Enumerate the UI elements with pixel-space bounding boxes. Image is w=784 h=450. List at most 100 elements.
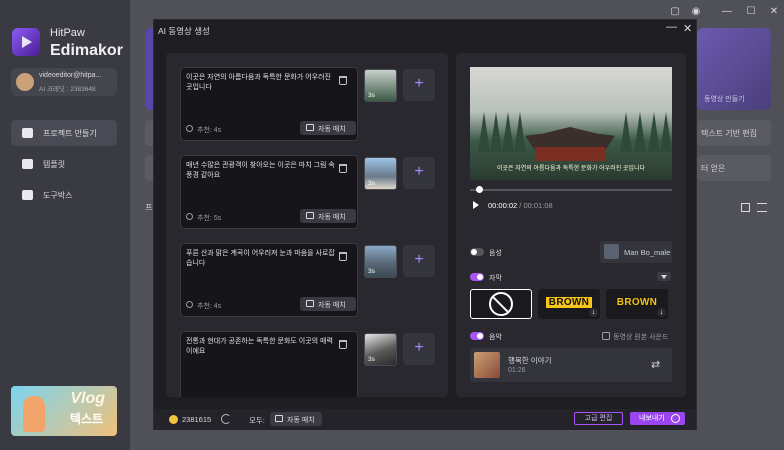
- feedback-icon[interactable]: ▢: [669, 6, 681, 18]
- refresh-icon[interactable]: [221, 414, 231, 424]
- user-credit: AI 크레딧 : 2383648: [39, 86, 96, 93]
- caption-style-brown-box[interactable]: BROWN ↓: [538, 289, 600, 319]
- trash-icon[interactable]: [339, 340, 347, 349]
- user-card[interactable]: videoeditor@hitpa... AI 크레딧 : 2383648: [11, 68, 117, 96]
- scene-duration: 추천: 5s: [197, 215, 222, 222]
- image-icon: [306, 212, 314, 219]
- settings-panel: 이곳은 자연의 아름다움과 독특한 문화가 어우러진 곳입니다 00:00:02…: [456, 53, 686, 397]
- caption-style-none[interactable]: [470, 289, 532, 319]
- add-media-button[interactable]: +: [403, 245, 435, 277]
- thumb-duration: 3s: [368, 268, 375, 275]
- bg-card-label: 동영상 만들기: [704, 96, 745, 103]
- scene-script[interactable]: 전통과 현대가 공존하는 독특한 문화도 이곳의 매력이에요: [186, 337, 336, 357]
- music-cover: [474, 352, 500, 378]
- thumb-duration: 3s: [368, 356, 375, 363]
- thumb-duration: 3s: [368, 92, 375, 99]
- auto-match-button[interactable]: 자동 매치: [300, 121, 356, 135]
- building-thumb[interactable]: 3s: [364, 333, 397, 366]
- caption-dropdown[interactable]: [657, 272, 671, 281]
- caption-style-text: BROWN: [545, 297, 593, 308]
- playback-progress[interactable]: [470, 186, 672, 193]
- brand-top: HitPaw: [50, 27, 85, 39]
- play-icon[interactable]: [473, 201, 479, 209]
- scene-card[interactable]: 이곳은 자연의 아름다움과 독특한 문화가 어우러진 곳입니다 추천: 4s 자…: [180, 67, 358, 141]
- tree-shape: [660, 112, 672, 152]
- sidebar-item-label: 도구박스: [43, 191, 73, 200]
- scene-script[interactable]: 이곳은 자연의 아름다움과 독특한 문화가 어우러진 곳입니다: [186, 73, 336, 93]
- sidebar-item-create-project[interactable]: 프로젝트 만들기: [11, 120, 117, 146]
- scene-script[interactable]: 푸른 산과 맑은 계곡이 어우러져 눈과 마음을 사로잡습니다: [186, 249, 336, 269]
- caption-style-brown-plain[interactable]: BROWN ↓: [606, 289, 668, 319]
- auto-match-label: 자동 매치: [318, 126, 346, 133]
- music-title: 행복한 이야기: [508, 356, 552, 365]
- trash-icon[interactable]: [339, 164, 347, 173]
- no-style-icon: [489, 292, 513, 316]
- add-media-button[interactable]: +: [403, 69, 435, 101]
- forest-thumb[interactable]: 3s: [364, 69, 397, 102]
- app-window: HitPaw Edimakor videoeditor@hitpa... AI …: [0, 0, 784, 450]
- bg-section-label: 프: [145, 203, 153, 212]
- add-media-button[interactable]: +: [403, 333, 435, 365]
- caption-label: 자막: [489, 275, 502, 282]
- advanced-edit-button[interactable]: 고급 편집: [574, 412, 623, 425]
- export-button[interactable]: 내보내기: [630, 412, 685, 425]
- mountain-thumb[interactable]: 3s: [364, 245, 397, 278]
- modal-close-icon[interactable]: ✕: [683, 22, 692, 35]
- auto-match-all-button[interactable]: 자동 매치: [270, 412, 322, 426]
- app-logo-icon: [12, 28, 40, 56]
- auto-match-button[interactable]: 자동 매치: [300, 209, 356, 223]
- scene-card[interactable]: 매년 수많은 관광객이 찾아오는 이곳은 마치 그림 속 풍경 같아요 추천: …: [180, 155, 358, 229]
- scene-card[interactable]: 전통과 현대가 공존하는 독특한 문화도 이곳의 매력이에요: [180, 331, 358, 397]
- tree-shape: [502, 112, 514, 152]
- clock-icon: [186, 125, 193, 132]
- promo-figure-icon: [23, 396, 45, 432]
- auto-match-label: 자동 매치: [318, 214, 346, 221]
- promo-banner[interactable]: Vlog 텍스트: [11, 386, 117, 436]
- voice-select[interactable]: Man Bo_male: [600, 241, 672, 263]
- video-preview[interactable]: 이곳은 자연의 아름다움과 독특한 문화가 어우러진 곳입니다: [470, 67, 672, 180]
- home-icon: [22, 128, 33, 138]
- help-icon[interactable]: ◉: [690, 6, 702, 18]
- music-duration: 01:26: [508, 367, 526, 374]
- grid-view-icon: [741, 203, 750, 212]
- progress-knob[interactable]: [476, 186, 484, 193]
- trash-icon[interactable]: [339, 76, 347, 85]
- minimize-icon[interactable]: —: [721, 6, 733, 18]
- add-media-button[interactable]: +: [403, 157, 435, 189]
- keep-original-sound-checkbox[interactable]: [602, 332, 610, 340]
- download-icon: ↓: [657, 308, 666, 317]
- modal-footer: 2381615 모두: 자동 매치 고급 편집 내보내기: [154, 409, 696, 430]
- export-icon: [671, 414, 680, 423]
- trash-icon[interactable]: [339, 252, 347, 261]
- swap-icon[interactable]: ⇄: [651, 358, 660, 371]
- voice-toggle[interactable]: [470, 248, 484, 256]
- keep-original-sound-label: 동영상 원본 사운드: [613, 334, 669, 341]
- sidebar: HitPaw Edimakor videoeditor@hitpa... AI …: [0, 0, 130, 450]
- caption-style-sample: BROWN: [616, 297, 658, 308]
- scene-script[interactable]: 매년 수많은 관광객이 찾아오는 이곳은 마치 그림 속 풍경 같아요: [186, 161, 336, 181]
- music-label: 음악: [489, 334, 502, 341]
- city-thumb[interactable]: 3s: [364, 157, 397, 190]
- music-toggle[interactable]: [470, 332, 484, 340]
- sidebar-item-toolbox[interactable]: 도구박스: [11, 182, 117, 208]
- music-track[interactable]: 행복한 이야기 01:26 ⇄: [470, 348, 672, 382]
- tree-shape: [514, 112, 526, 152]
- voice-name: Man Bo_male: [624, 248, 671, 257]
- caption-toggle[interactable]: [470, 273, 484, 281]
- maximize-icon[interactable]: ☐: [745, 6, 757, 18]
- bg-row-label: 터 얻은: [701, 164, 726, 173]
- tree-shape: [620, 112, 632, 152]
- voice-label: 음성: [489, 250, 502, 257]
- list-view-icon: [757, 203, 767, 212]
- user-email: videoeditor@hitpa...: [39, 72, 102, 79]
- scene-card[interactable]: 푸른 산과 맑은 계곡이 어우러져 눈과 마음을 사로잡습니다 추천: 4s 자…: [180, 243, 358, 317]
- timecode: 00:00:02 / 00:01:08: [488, 201, 553, 210]
- modal-minimize-icon[interactable]: —: [666, 21, 677, 33]
- promo-line1: Vlog: [70, 390, 105, 407]
- sidebar-item-templates[interactable]: 템플릿: [11, 151, 117, 177]
- auto-match-button[interactable]: 자동 매치: [300, 297, 356, 311]
- toolbox-icon: [22, 190, 33, 200]
- window-close-icon[interactable]: ✕: [768, 6, 780, 18]
- avatar: [16, 73, 34, 91]
- tree-shape: [634, 112, 646, 152]
